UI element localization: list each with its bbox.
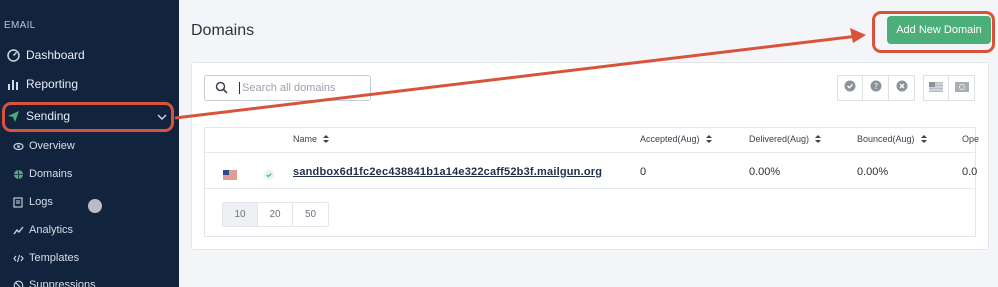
check-circle-icon (844, 79, 856, 97)
sidebar-item-dashboard[interactable]: Dashboard (0, 41, 179, 69)
opened-value: 0.0 (962, 166, 978, 178)
sidebar-subitem-label: Overview (29, 140, 75, 152)
column-header-label: Name (293, 134, 318, 144)
filter-unverified-button[interactable]: ? (863, 75, 889, 101)
sidebar-subitem-analytics[interactable]: Analytics (0, 217, 179, 243)
question-circle-icon: ? (870, 79, 882, 97)
code-icon (12, 252, 24, 264)
sort-icon (322, 134, 330, 144)
page-title: Domains (191, 22, 255, 39)
sort-icon (920, 134, 928, 144)
sidebar-item-reporting[interactable]: Reporting (0, 70, 179, 98)
sidebar-section-label: EMAIL (4, 20, 36, 31)
filter-verified-button[interactable] (837, 75, 863, 101)
bounced-value: 0.00% (857, 166, 889, 178)
sidebar-subitem-label: Templates (29, 252, 80, 264)
us-flag-icon (223, 167, 237, 180)
dashboard-icon (6, 48, 20, 62)
table-divider (205, 152, 975, 153)
sidebar-item-label: Dashboard (26, 48, 85, 62)
table-divider (205, 188, 975, 189)
trend-icon (12, 224, 24, 236)
sidebar-subitem-domains[interactable]: Domains (0, 161, 179, 187)
sort-icon (705, 134, 713, 144)
search-box (204, 75, 371, 101)
column-header-bounced[interactable]: Bounced(Aug) (857, 134, 928, 144)
search-icon (215, 81, 229, 95)
globe-icon (12, 168, 24, 180)
sidebar: EMAIL Dashboard Reporting Sending Overvi… (0, 0, 179, 287)
column-header-name[interactable]: Name (293, 134, 330, 144)
column-header-label: Ope (962, 134, 980, 144)
domain-name-link[interactable]: sandbox6d1fc2ec438841b1a14e322caff52b3f.… (293, 166, 602, 178)
sidebar-subitem-label: Logs (29, 196, 53, 208)
page-size-option[interactable]: 20 (258, 203, 293, 226)
sort-icon (814, 134, 822, 144)
page-size-option[interactable]: 10 (223, 203, 258, 226)
column-header-label: Bounced(Aug) (857, 134, 915, 144)
column-header-opened[interactable]: Ope (962, 134, 979, 144)
verified-icon (264, 167, 274, 180)
sidebar-subitem-overview[interactable]: Overview (0, 133, 179, 159)
column-header-delivered[interactable]: Delivered(Aug) (749, 134, 822, 144)
svg-text:?: ? (873, 82, 877, 91)
search-input[interactable] (239, 82, 359, 94)
filter-us-region-button[interactable] (923, 75, 949, 101)
filter-eu-region-button[interactable] (949, 75, 975, 101)
document-icon (12, 196, 24, 208)
accepted-value: 0 (640, 166, 647, 178)
page-size-selector: 10 20 50 (222, 202, 329, 227)
eu-flag-icon (954, 79, 969, 97)
filter-toolbar: ? (837, 75, 975, 101)
sidebar-subitem-label: Analytics (29, 224, 74, 236)
bar-chart-icon (6, 77, 20, 91)
mouse-cursor-indicator (88, 199, 102, 213)
x-circle-icon (896, 79, 908, 97)
sidebar-item-label: Reporting (26, 77, 79, 91)
column-header-accepted[interactable]: Accepted(Aug) (640, 134, 713, 144)
ban-icon (12, 279, 24, 287)
sidebar-subitem-suppressions[interactable]: Suppressions (0, 272, 179, 287)
sidebar-subitem-templates[interactable]: Templates (0, 245, 179, 271)
eye-icon (12, 140, 24, 152)
delivered-value: 0.00% (749, 166, 781, 178)
filter-disabled-button[interactable] (889, 75, 915, 101)
sending-highlight-annotation (2, 102, 174, 132)
column-header-label: Delivered(Aug) (749, 134, 810, 144)
us-flag-icon (929, 79, 943, 97)
page-size-option[interactable]: 50 (293, 203, 328, 226)
sidebar-subitem-label: Domains (29, 168, 73, 180)
column-header-label: Accepted(Aug) (640, 134, 700, 144)
add-new-domain-button[interactable]: Add New Domain (887, 16, 991, 44)
sidebar-subitem-label: Suppressions (29, 279, 96, 287)
